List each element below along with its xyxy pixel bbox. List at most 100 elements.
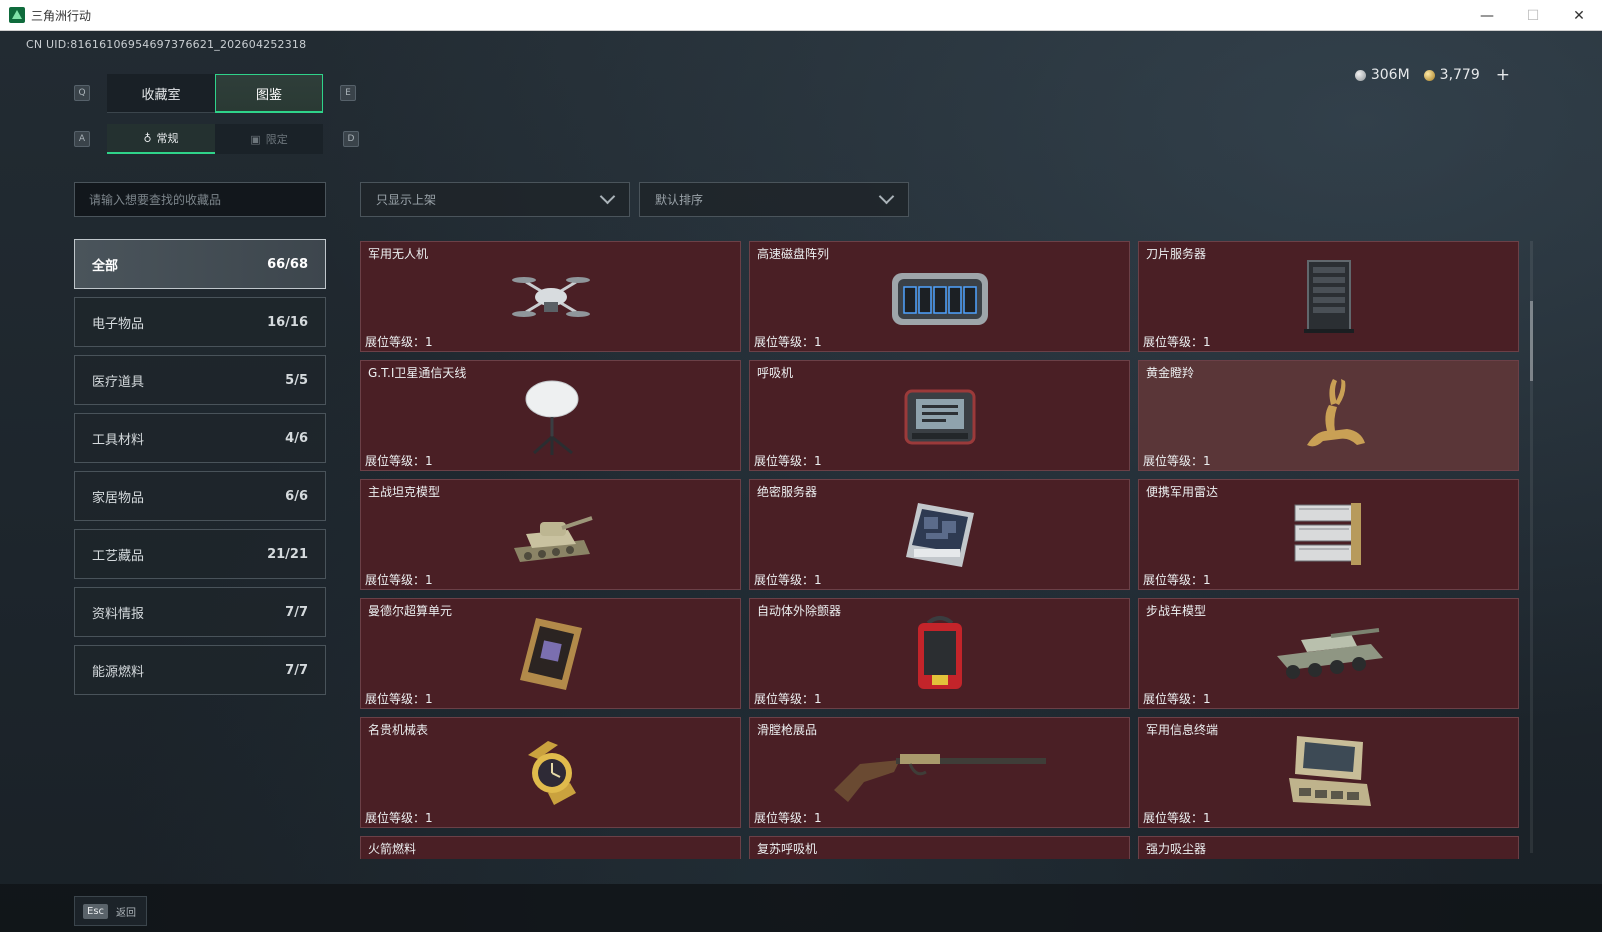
- item-level: 展位等级：1: [754, 692, 822, 706]
- item-card[interactable]: 主战坦克模型 展位等级：1: [360, 479, 741, 590]
- musket-icon: [830, 738, 1050, 808]
- window-titlebar: 三角洲行动 — ☐ ✕: [0, 0, 1602, 31]
- item-card[interactable]: 黄金瞪羚 展位等级：1: [1138, 360, 1519, 471]
- item-card[interactable]: 复苏呼吸机: [749, 836, 1130, 859]
- item-card[interactable]: 名贵机械表 展位等级：1: [360, 717, 741, 828]
- shelf-filter-dropdown[interactable]: 只显示上架: [360, 182, 630, 217]
- item-card[interactable]: 高速磁盘阵列 展位等级：1: [749, 241, 1130, 352]
- key-hint-d: D: [343, 131, 359, 147]
- silver-amount: 306M: [1370, 67, 1410, 83]
- item-card[interactable]: 绝密服务器 展位等级：1: [749, 479, 1130, 590]
- category-label: 工艺藏品: [92, 548, 145, 564]
- category-intel[interactable]: 资料情报 7/7: [74, 587, 326, 637]
- item-name: 绝密服务器: [757, 485, 818, 499]
- key-hint-q: Q: [74, 85, 90, 101]
- item-card[interactable]: 军用信息终端 展位等级：1: [1138, 717, 1519, 828]
- silver-coin-icon: [1354, 69, 1366, 81]
- item-card[interactable]: 步战车模型 展位等级：1: [1138, 598, 1519, 709]
- item-level: 展位等级：1: [1143, 454, 1211, 468]
- key-hint-a: A: [74, 131, 90, 147]
- bottom-bar: Esc 返回: [0, 884, 1602, 932]
- blade-server-icon: [1298, 257, 1360, 337]
- category-label: 家居物品: [92, 490, 145, 506]
- grid-scrollbar[interactable]: [1530, 241, 1533, 853]
- scrollbar-thumb[interactable]: [1530, 301, 1533, 381]
- item-card[interactable]: 自动体外除颤器 展位等级：1: [749, 598, 1130, 709]
- image-icon: ▣: [250, 132, 261, 146]
- esc-key-hint: Esc: [83, 903, 109, 919]
- category-label: 医疗道具: [92, 374, 145, 390]
- tab-encyclopedia[interactable]: 图鉴: [215, 74, 323, 113]
- item-name: 滑膛枪展品: [757, 723, 818, 737]
- item-level: 展位等级：1: [754, 454, 822, 468]
- bottle-icon: ♁: [143, 131, 152, 145]
- key-hint-e: E: [340, 85, 356, 101]
- item-level: 展位等级：1: [365, 335, 433, 349]
- category-label: 电子物品: [92, 316, 145, 332]
- add-currency-button[interactable]: +: [1496, 65, 1510, 85]
- item-card[interactable]: 曼德尔超算单元 展位等级：1: [360, 598, 741, 709]
- item-name: 自动体外除颤器: [757, 604, 842, 618]
- tab-regular[interactable]: ♁ 常规: [107, 124, 215, 154]
- close-button[interactable]: ✕: [1556, 0, 1602, 31]
- item-card[interactable]: 刀片服务器 展位等级：1: [1138, 241, 1519, 352]
- category-electronics[interactable]: 电子物品 16/16: [74, 297, 326, 347]
- item-card[interactable]: 呼吸机 展位等级：1: [749, 360, 1130, 471]
- sort-value: 默认排序: [655, 193, 704, 207]
- item-name: 曼德尔超算单元: [368, 604, 453, 618]
- category-all[interactable]: 全部 66/68: [74, 239, 326, 289]
- maximize-button[interactable]: ☐: [1510, 0, 1556, 31]
- category-count: 7/7: [285, 662, 308, 678]
- category-fuel[interactable]: 能源燃料 7/7: [74, 645, 326, 695]
- category-crafts[interactable]: 工艺藏品 21/21: [74, 529, 326, 579]
- disk-array-icon: [888, 263, 992, 331]
- item-level: 展位等级：1: [1143, 692, 1211, 706]
- item-name: 便携军用雷达: [1146, 485, 1219, 499]
- gold-coin-icon: [1423, 69, 1435, 81]
- category-list: 全部 66/68 电子物品 16/16 医疗道具 5/5 工具材料 4/6 家居…: [74, 239, 326, 703]
- category-count: 66/68: [267, 256, 308, 272]
- item-card[interactable]: 火箭燃料: [360, 836, 741, 859]
- chevron-down-icon: [878, 188, 895, 205]
- item-card[interactable]: 滑膛枪展品 展位等级：1: [749, 717, 1130, 828]
- minimize-button[interactable]: —: [1464, 0, 1510, 31]
- item-level: 展位等级：1: [1143, 573, 1211, 587]
- item-name: 步战车模型: [1146, 604, 1207, 618]
- terminal-icon: [1281, 732, 1377, 814]
- item-name: 高速磁盘阵列: [757, 247, 830, 261]
- item-card[interactable]: 便携军用雷达 展位等级：1: [1138, 479, 1519, 590]
- item-level: 展位等级：1: [1143, 811, 1211, 825]
- sort-dropdown[interactable]: 默认排序: [639, 182, 909, 217]
- uid-label: CN UID:8161610695469737662​1_20260425231…: [26, 38, 307, 51]
- item-card[interactable]: 军用无人机 展位等级：1: [360, 241, 741, 352]
- category-count: 21/21: [267, 546, 308, 562]
- gold-amount: 3,779: [1439, 67, 1480, 83]
- category-label: 资料情报: [92, 606, 145, 622]
- category-household[interactable]: 家居物品 6/6: [74, 471, 326, 521]
- satellite-antenna-icon: [516, 375, 586, 457]
- item-card[interactable]: 强力吸尘器: [1138, 836, 1519, 859]
- watch-icon: [518, 737, 584, 809]
- tab-collection-room[interactable]: 收藏室: [107, 74, 215, 113]
- category-count: 6/6: [285, 488, 308, 504]
- item-level: 展位等级：1: [365, 692, 433, 706]
- back-button[interactable]: Esc 返回: [74, 896, 148, 926]
- tank-model-icon: [506, 500, 596, 570]
- item-name: 军用无人机: [368, 247, 429, 261]
- category-medical[interactable]: 医疗道具 5/5: [74, 355, 326, 405]
- search-input[interactable]: 请输入想要查找的收藏品: [74, 182, 326, 217]
- item-level: 展位等级：1: [754, 573, 822, 587]
- game-viewport: CN UID:8161610695469737662​1_20260425231…: [0, 31, 1602, 932]
- item-level: 展位等级：1: [365, 454, 433, 468]
- item-name: 名贵机械表: [368, 723, 429, 737]
- category-tools[interactable]: 工具材料 4/6: [74, 413, 326, 463]
- tab-limited[interactable]: ▣ 限定: [215, 124, 323, 154]
- item-name: 呼吸机: [757, 366, 794, 380]
- item-level: 展位等级：1: [1143, 335, 1211, 349]
- currency-display: 306M 3,779 +: [1354, 65, 1510, 85]
- item-level: 展位等级：1: [754, 811, 822, 825]
- window-controls: — ☐ ✕: [1464, 0, 1602, 31]
- category-count: 4/6: [285, 430, 308, 446]
- item-card[interactable]: G.T.I卫星通信天线 展位等级：1: [360, 360, 741, 471]
- tab-limited-label: 限定: [265, 133, 288, 146]
